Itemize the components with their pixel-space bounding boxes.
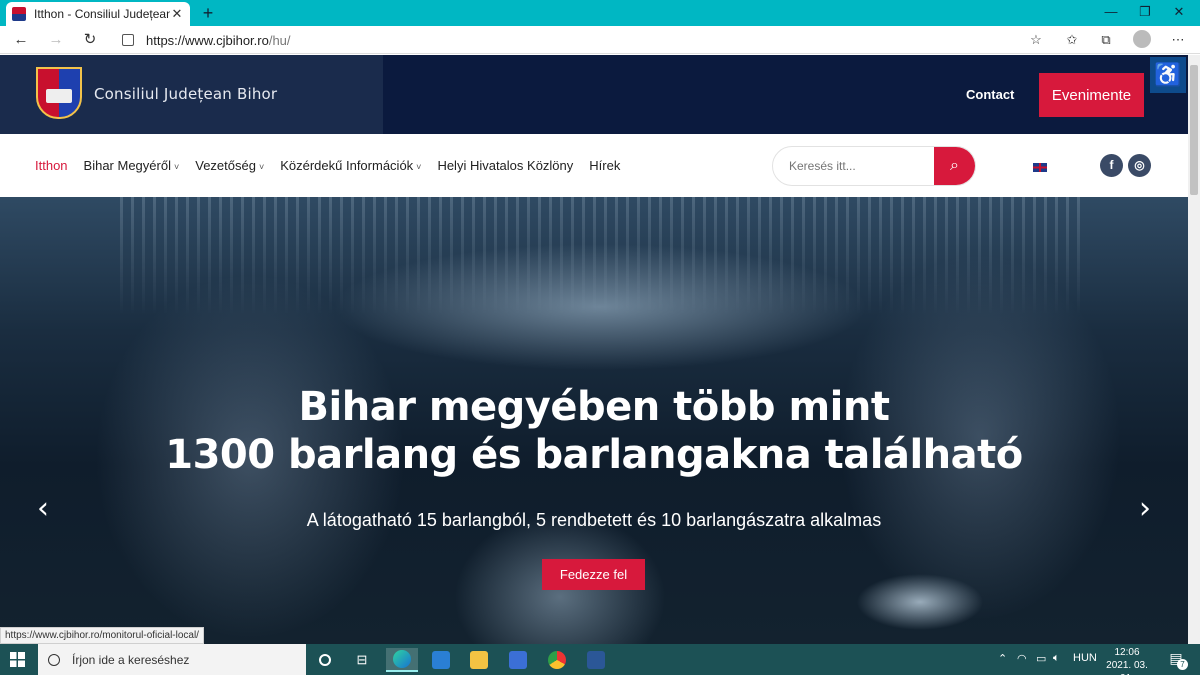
taskbar-search[interactable]: Írjon ide a kereséshez [38,644,306,675]
volume-icon[interactable]: 🔈︎ [1053,652,1060,665]
site-header: Consiliul Județean Bihor Contact Evenime… [0,55,1188,134]
nav-item-label: Közérdekű Információk [280,158,414,173]
hero-subtitle: A látogatható 15 barlangból, 5 rendbetet… [306,510,882,530]
url-path: /hu/ [268,32,291,48]
main-navigation: Itthon Bihar Megyéről ˅ Vezetőség ˅ Közérd… [0,134,1188,197]
nav-item-official-gazette[interactable]: Helyi Hivatalos Közlöny [437,158,573,173]
hero-title-line-2: 1300 barlang és barlangakna található [165,432,1023,478]
more-menu-icon[interactable]: ⋯ [1168,30,1188,50]
file-explorer-icon[interactable] [463,648,495,672]
edge-browser-icon[interactable] [386,648,418,672]
instagram-icon[interactable]: ◎ [1128,154,1151,177]
wifi-icon[interactable]: ◠ [1017,652,1027,665]
scroll-thumb[interactable] [1190,65,1198,195]
url-host: https://www.cjbihor.ro [146,32,269,48]
nav-item-leadership[interactable]: Vezetőség ˅ [195,158,264,173]
nav-item-label: Hírek [589,158,621,173]
browser-toolbar: ← → ↻ https://www.cjbihor.ro/hu/ ☆ ✩ ⧉ ⋯ [0,26,1200,54]
browser-tab-strip: Itthon - Consiliul Județean Bihor ✕ + — … [0,0,1200,26]
nav-item-home[interactable]: Itthon [35,158,68,173]
new-tab-button[interactable]: + [198,2,218,24]
events-button[interactable]: Evenimente [1039,73,1144,117]
status-link-preview: https://www.cjbihor.ro/monitorul-oficial… [0,627,204,644]
browser-tab[interactable]: Itthon - Consiliul Județean Bihor ✕ [6,2,190,26]
battery-icon[interactable]: ▭ [1036,652,1046,665]
page-scrollbar[interactable] [1188,55,1200,644]
accessibility-icon[interactable]: ♿ [1150,57,1186,93]
address-bar[interactable]: https://www.cjbihor.ro/hu/ [112,29,1052,51]
nav-item-label: Itthon [35,158,68,173]
hero-slider: Bihar megyében több mint 1300 barlang és… [0,197,1188,644]
nav-item-public-info[interactable]: Közérdekű Információk ˅ [280,158,421,173]
english-flag-icon[interactable] [1032,162,1048,173]
chevron-down-icon: ˅ [258,162,265,172]
site-search: ⌕ [772,146,976,186]
site-favicon-icon [12,7,26,21]
coat-of-arms-logo [36,67,82,119]
cortana-icon[interactable] [309,648,341,672]
nav-item-label: Helyi Hivatalos Közlöny [437,158,574,173]
nav-menu: Itthon Bihar Megyéről ˅ Vezetőség ˅ Közérd… [35,158,636,173]
nav-item-label: Vezetőség [195,158,256,173]
close-tab-icon[interactable]: ✕ [170,6,184,22]
tray-expand-icon[interactable]: ⌃ [998,652,1007,665]
clock-time: 12:06 [1114,647,1140,658]
hero-title: Bihar megyében több mint 1300 barlang és… [0,383,1188,479]
slider-next-arrow-icon[interactable]: › [1130,492,1160,526]
site-name: Consiliul Județean Bihor [94,85,278,103]
tab-title: Itthon - Consiliul Județean Bihor [34,7,170,21]
word-icon[interactable] [580,648,612,672]
collections-icon[interactable]: ⧉ [1096,30,1116,50]
task-view-icon[interactable]: ⊟ [346,648,378,672]
windows-start-icon[interactable] [10,652,25,667]
nav-item-label: Bihar Megyéről [83,158,171,173]
notification-count-badge: 7 [1177,659,1188,670]
mail-icon[interactable] [425,648,457,672]
favorite-star-icon[interactable]: ☆ [1026,30,1046,50]
taskbar-clock[interactable]: 12:06 2021. 03. 01. [1098,646,1156,685]
nav-item-news[interactable]: Hírek [589,158,620,173]
taskbar-search-placeholder: Írjon ide a kereséshez [72,652,190,667]
site-logo-area[interactable]: Consiliul Județean Bihor [0,55,383,134]
chevron-down-icon: ˅ [416,162,422,172]
language-indicator[interactable]: HUN [1073,652,1097,664]
contact-link[interactable]: Contact [966,87,1014,102]
profile-avatar[interactable] [1133,30,1151,48]
nav-item-about-bihor[interactable]: Bihar Megyéről ˅ [84,158,180,173]
notification-center-icon[interactable]: ▤ 7 [1166,650,1188,670]
close-window-button[interactable]: ✕ [1156,0,1200,26]
windows-taskbar: Írjon ide a kereséshez ⊟ ⌃ ◠ ▭ 🔈︎ HUN 12… [0,644,1200,684]
search-input[interactable] [773,147,937,185]
save-disk-icon[interactable] [502,648,534,672]
hero-title-line-1: Bihar megyében több mint [298,384,890,430]
back-button[interactable]: ← [10,29,32,51]
lock-icon [122,34,134,46]
favorites-icon[interactable]: ✩ [1062,30,1082,50]
discover-button[interactable]: Fedezze fel [542,559,645,590]
slider-prev-arrow-icon[interactable]: ‹ [28,492,58,526]
chrome-icon[interactable] [541,648,573,672]
clock-date: 2021. 03. 01. [1106,660,1148,684]
search-button[interactable]: ⌕ [934,147,975,185]
refresh-button[interactable]: ↻ [79,29,101,51]
forward-button[interactable]: → [45,29,67,51]
facebook-icon[interactable]: f [1100,154,1123,177]
chevron-down-icon: ˅ [173,162,180,172]
search-icon: ⌕ [950,157,959,174]
search-icon [48,653,60,666]
